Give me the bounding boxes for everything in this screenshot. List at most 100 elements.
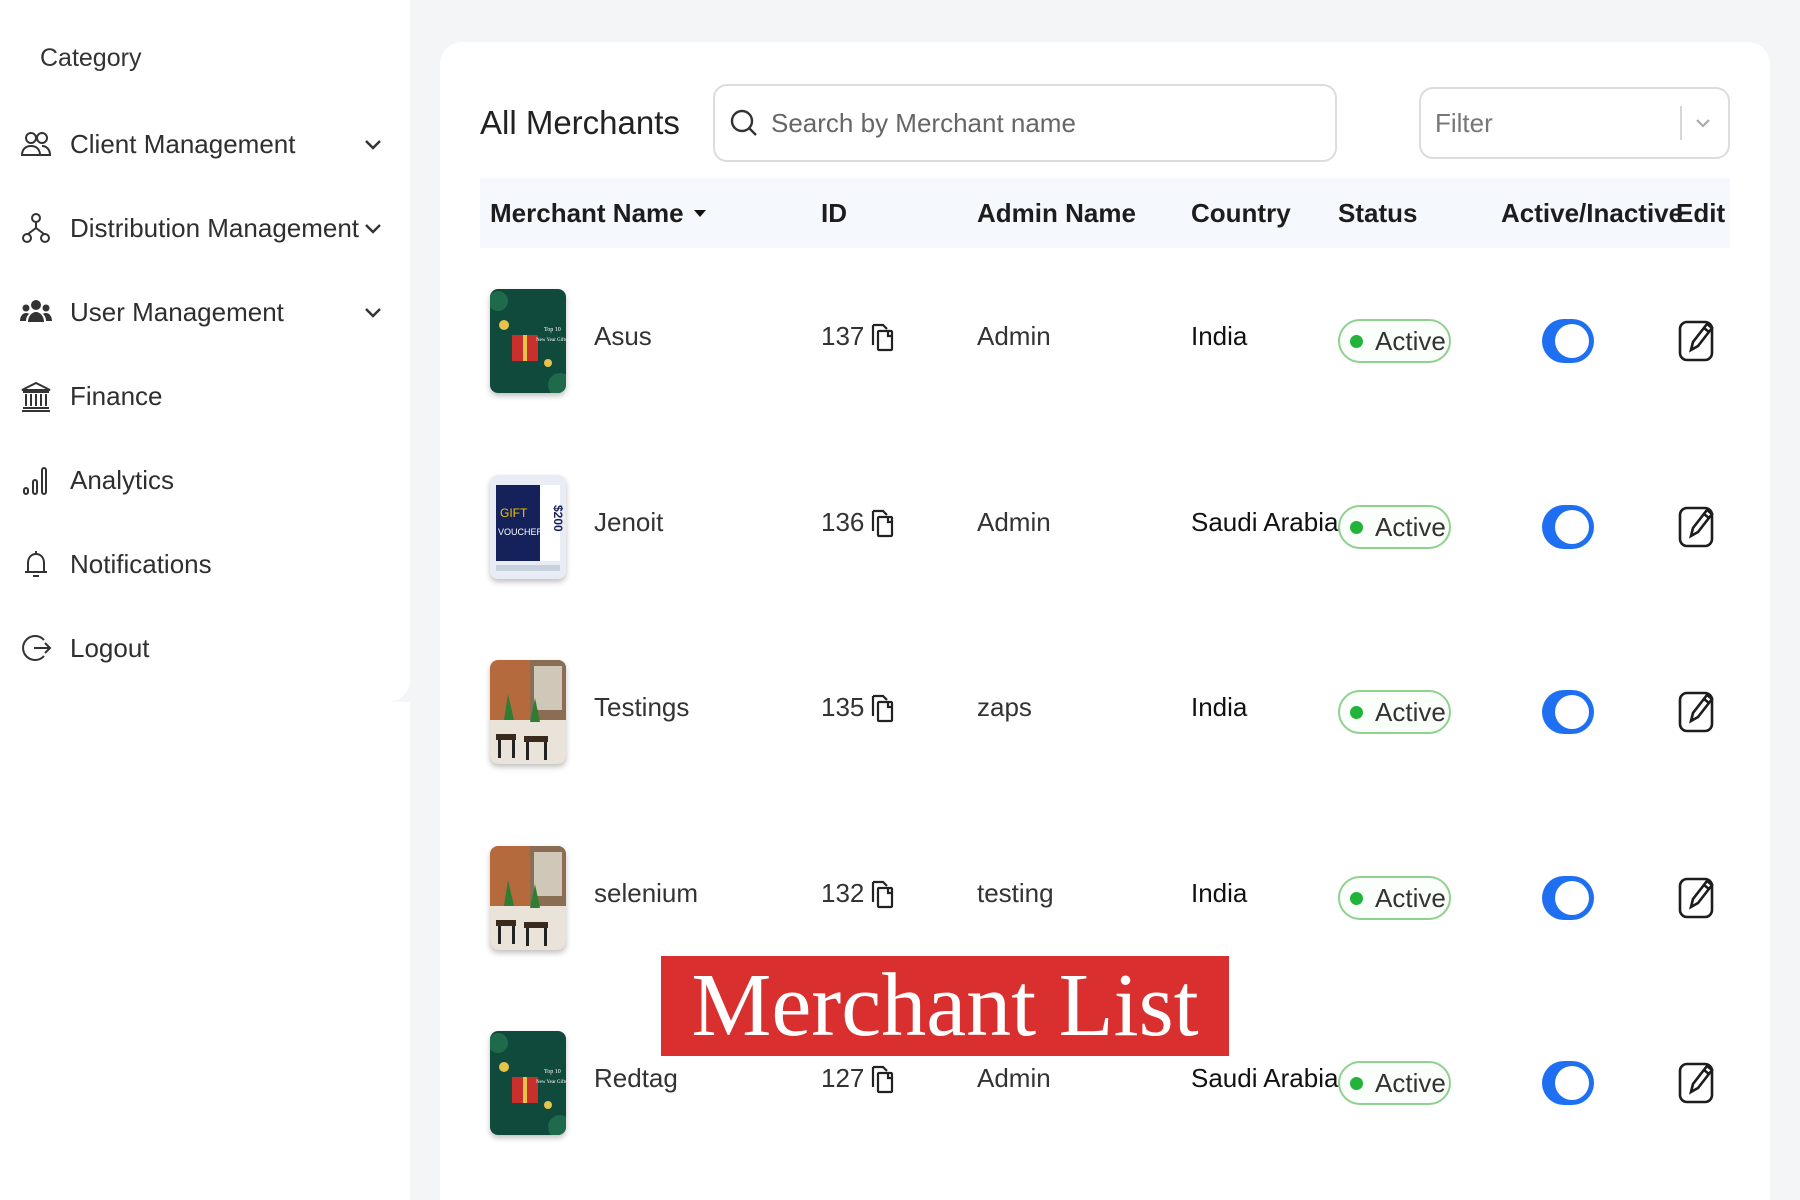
merchant-id-value: 137 bbox=[821, 321, 865, 351]
filter-divider bbox=[1680, 106, 1682, 140]
merchant-name: Jenoit bbox=[594, 507, 664, 537]
country: India bbox=[1191, 878, 1248, 908]
merchant-id: 135 bbox=[821, 692, 896, 723]
merchant-id-value: 135 bbox=[821, 692, 865, 722]
header-label: Merchant Name bbox=[490, 197, 684, 228]
chevron-down-icon[interactable] bbox=[362, 301, 384, 323]
hierarchy-icon bbox=[18, 210, 54, 246]
sort-down-icon[interactable] bbox=[692, 205, 708, 221]
merchant-name: Redtag bbox=[594, 1063, 678, 1093]
users-icon bbox=[18, 126, 54, 162]
logout-icon bbox=[18, 630, 54, 666]
status-badge: Active bbox=[1338, 319, 1451, 363]
column-header-merchant-name[interactable]: Merchant Name bbox=[490, 178, 708, 248]
merchant-thumbnail: Top 10 New Year Gifts bbox=[490, 289, 566, 393]
sidebar-item-distribution-management[interactable]: Distribution Management bbox=[18, 202, 388, 254]
toggle-knob bbox=[1555, 881, 1589, 915]
sidebar-item-user-management[interactable]: User Management bbox=[18, 286, 388, 338]
merchant-thumbnail: GIFT VOUCHER $200 bbox=[490, 475, 566, 579]
toggle-knob bbox=[1555, 324, 1589, 358]
sidebar-item-label: Finance bbox=[70, 380, 163, 411]
copy-icon[interactable] bbox=[870, 693, 896, 723]
thumb-gift-line2: New Year Gifts bbox=[536, 338, 566, 343]
active-toggle[interactable] bbox=[1542, 505, 1594, 549]
merchant-id-value: 136 bbox=[821, 507, 865, 537]
active-toggle[interactable] bbox=[1542, 876, 1594, 920]
page-title: All Merchants bbox=[480, 104, 680, 141]
edit-icon[interactable] bbox=[1677, 873, 1717, 923]
copy-icon[interactable] bbox=[870, 1064, 896, 1094]
admin-name: Admin bbox=[977, 321, 1051, 351]
edit-icon[interactable] bbox=[1677, 1058, 1717, 1108]
merchant-thumbnail bbox=[490, 846, 566, 950]
merchant-thumbnail: Top 10 New Year Gifts bbox=[490, 1031, 566, 1135]
admin-name: zaps bbox=[977, 692, 1032, 722]
merchant-name: Asus bbox=[594, 321, 652, 351]
thumb-voucher-word2: VOUCHER bbox=[498, 527, 544, 537]
sidebar-item-label: Logout bbox=[70, 632, 150, 663]
column-header-status: Status bbox=[1338, 197, 1418, 228]
country: Saudi Arabia bbox=[1191, 1063, 1339, 1093]
filter-select[interactable]: Filter bbox=[1419, 87, 1730, 159]
edit-icon[interactable] bbox=[1677, 316, 1717, 366]
search-icon bbox=[730, 109, 757, 136]
status-dot bbox=[1350, 334, 1363, 348]
status-label: Active bbox=[1375, 882, 1446, 913]
toggle-knob bbox=[1555, 1066, 1589, 1100]
bell-icon bbox=[18, 546, 54, 582]
status-label: Active bbox=[1375, 325, 1446, 356]
search-box[interactable] bbox=[713, 84, 1337, 162]
merchant-thumbnail bbox=[490, 660, 566, 764]
table-header: Merchant Name ID Admin Name Country Stat… bbox=[480, 178, 1730, 248]
thumb-gift-line2: New Year Gifts bbox=[536, 1080, 566, 1085]
status-label: Active bbox=[1375, 1067, 1446, 1098]
sidebar: Category Client Management Distribution … bbox=[0, 0, 410, 702]
active-toggle[interactable] bbox=[1542, 319, 1594, 363]
thumb-voucher-amount: $200 bbox=[551, 505, 565, 532]
sidebar-item-notifications[interactable]: Notifications bbox=[18, 538, 388, 590]
sidebar-item-analytics[interactable]: Analytics bbox=[18, 454, 388, 506]
copy-icon[interactable] bbox=[870, 508, 896, 538]
column-header-country: Country bbox=[1191, 197, 1291, 228]
status-label: Active bbox=[1375, 511, 1446, 542]
status-dot bbox=[1350, 1076, 1363, 1090]
country: India bbox=[1191, 692, 1248, 722]
chevron-down-icon[interactable] bbox=[362, 217, 384, 239]
sidebar-item-logout[interactable]: Logout bbox=[18, 622, 388, 674]
sidebar-item-finance[interactable]: Finance bbox=[18, 370, 388, 422]
active-toggle[interactable] bbox=[1542, 1061, 1594, 1105]
sidebar-item-label: Client Management bbox=[70, 128, 296, 159]
status-dot bbox=[1350, 891, 1363, 905]
user-group-icon bbox=[18, 294, 54, 330]
edit-icon[interactable] bbox=[1677, 502, 1717, 552]
merchant-id-value: 127 bbox=[821, 1063, 865, 1093]
merchant-id: 127 bbox=[821, 1063, 896, 1094]
table-row: GIFT VOUCHER $200 Jenoit 136 Admin Saudi… bbox=[480, 475, 1730, 595]
thumb-gift-line1: Top 10 bbox=[544, 327, 561, 333]
admin-name: Admin bbox=[977, 507, 1051, 537]
merchant-id: 132 bbox=[821, 878, 896, 909]
bar-chart-icon bbox=[18, 462, 54, 498]
sidebar-item-client-management[interactable]: Client Management bbox=[18, 118, 388, 170]
active-toggle[interactable] bbox=[1542, 690, 1594, 734]
status-badge: Active bbox=[1338, 876, 1451, 920]
bank-icon bbox=[18, 378, 54, 414]
sidebar-item-label: Notifications bbox=[70, 548, 212, 579]
caption-banner: Merchant List bbox=[661, 956, 1229, 1056]
status-dot bbox=[1350, 520, 1363, 534]
toggle-knob bbox=[1555, 695, 1589, 729]
admin-name: Admin bbox=[977, 1063, 1051, 1093]
admin-name: testing bbox=[977, 878, 1054, 908]
sidebar-item-label: Distribution Management bbox=[70, 212, 360, 243]
column-header-active-inactive: Active/Inactive bbox=[1501, 197, 1684, 228]
chevron-down-icon[interactable] bbox=[1692, 112, 1714, 134]
status-dot bbox=[1350, 705, 1363, 719]
column-header-edit: Edit bbox=[1676, 197, 1726, 228]
edit-icon[interactable] bbox=[1677, 687, 1717, 737]
chevron-down-icon[interactable] bbox=[362, 133, 384, 155]
copy-icon[interactable] bbox=[870, 879, 896, 909]
table-row: selenium 132 testing India Active bbox=[480, 846, 1730, 966]
search-input[interactable] bbox=[771, 107, 1335, 139]
copy-icon[interactable] bbox=[870, 322, 896, 352]
sidebar-lower-area bbox=[0, 702, 410, 1200]
